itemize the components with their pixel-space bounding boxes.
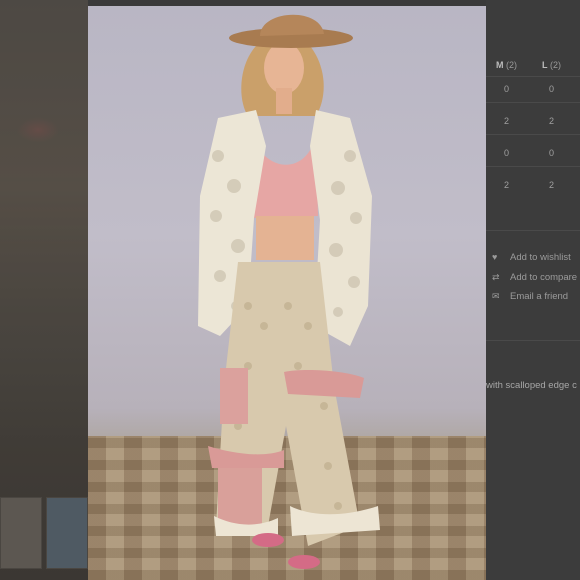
divider [486,102,580,103]
background-product-info-panel: M (2) L (2) 0 0 2 2 0 0 2 2 ♥ Add to wish… [486,0,580,580]
divider [486,76,580,77]
add-to-compare-link[interactable]: ⇄ Add to compare [492,272,577,283]
size-cell: 0 [504,148,510,158]
divider [486,340,580,341]
size-cell: 2 [549,180,555,190]
lightbox-product-photo[interactable] [88,6,486,580]
divider [486,166,580,167]
size-header-m: M (2) [496,60,518,70]
divider [486,134,580,135]
email-a-friend-link[interactable]: ✉ Email a friend [492,291,568,302]
thumbnail[interactable] [0,497,42,569]
size-cell: 2 [504,116,510,126]
heart-icon: ♥ [492,252,498,262]
size-cell: 2 [504,180,510,190]
action-label: Add to wishlist [510,252,571,263]
action-label: Add to compare [510,272,578,283]
divider [486,230,580,231]
add-to-wishlist-link[interactable]: ♥ Add to wishlist [492,252,571,263]
product-description-snippet: with scalloped edge c [486,380,577,391]
size-cell: 0 [549,148,555,158]
background-gallery-strip [0,0,88,580]
background-product-image [0,0,88,470]
size-cell: 0 [504,84,510,94]
thumbnail[interactable] [46,497,88,569]
size-cell: 2 [549,116,555,126]
size-cell: 0 [549,84,555,94]
compare-icon: ⇄ [492,272,500,282]
size-header-l: L (2) [542,60,562,70]
action-label: Email a friend [510,291,569,302]
model-figure [198,14,380,569]
thumbnail-row [0,497,88,569]
email-icon: ✉ [492,291,500,301]
